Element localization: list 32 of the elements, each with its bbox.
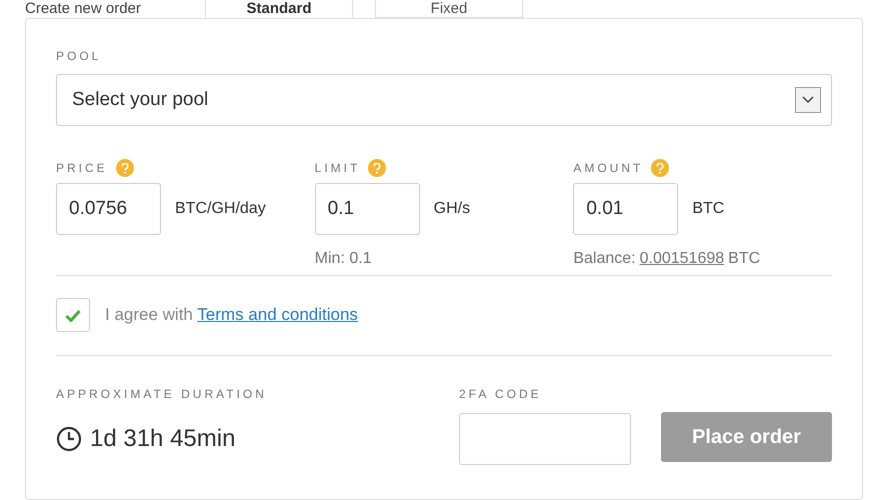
field-label: APPROXIMATE DURATION [56, 386, 268, 403]
field-label: 2FA CODE [459, 386, 543, 403]
page-heading: Create new order [25, 0, 142, 18]
agree-checkbox[interactable] [56, 298, 90, 332]
unit-label: GH/s [434, 199, 470, 219]
tab[interactable]: Standard [205, 0, 353, 18]
terms-link[interactable]: Terms and conditions [197, 305, 358, 324]
balance-link[interactable]: 0.00151698 [640, 247, 724, 271]
field-label: AMOUNT [573, 160, 644, 177]
number-input[interactable]: 0.01 [573, 183, 678, 235]
duration-value: 1d 31h 45min [90, 424, 236, 454]
select-placeholder: Select your pool [72, 88, 208, 112]
clock-icon [56, 426, 82, 452]
unit-label: BTC [692, 199, 724, 219]
dropdown-caret-icon [795, 87, 821, 113]
check-icon [65, 308, 81, 322]
help-icon[interactable] [368, 159, 386, 177]
minimum-note: Min: 0.1 [314, 249, 373, 269]
balance-unit: BTC [728, 249, 760, 269]
field-label: LIMIT [314, 160, 360, 177]
tab[interactable]: Fixed [375, 0, 523, 18]
number-input[interactable]: 0.1 [314, 183, 420, 235]
pool-select[interactable]: Select your pool [56, 74, 832, 126]
field-label: PRICE [56, 160, 108, 177]
field-label: POOL [56, 48, 102, 65]
number-input[interactable]: 0.0756 [56, 183, 161, 235]
unit-label: BTC/GH/day [175, 199, 266, 219]
2fa-code-input[interactable] [459, 413, 631, 465]
balance-label: Balance: [573, 249, 636, 269]
help-icon[interactable] [116, 159, 134, 177]
agree-text: I agree with Terms and conditions [105, 304, 358, 326]
help-icon[interactable] [651, 159, 670, 177]
